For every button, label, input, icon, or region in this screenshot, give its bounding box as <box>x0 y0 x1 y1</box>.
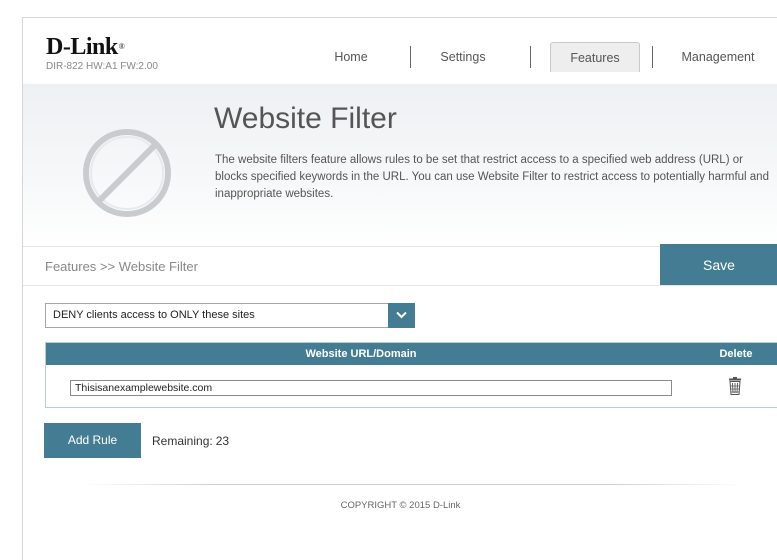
prohibited-icon <box>83 129 171 217</box>
nav-separator <box>652 46 653 68</box>
nav-features[interactable]: Features <box>550 42 640 72</box>
url-field[interactable] <box>70 380 672 396</box>
column-header-url: Website URL/Domain <box>305 348 417 360</box>
page-description: The website filters feature allows rules… <box>215 154 769 200</box>
nav-settings[interactable]: Settings <box>433 42 493 72</box>
copyright: COPYRIGHT © 2015 D-Link <box>340 500 461 511</box>
filter-mode-select[interactable]: DENY clients access to ONLY these sites <box>45 303 415 328</box>
add-rule-button[interactable]: Add Rule <box>44 423 141 458</box>
page-title: Website Filter <box>214 102 397 135</box>
nav-separator <box>530 46 531 68</box>
nav-separator <box>410 46 411 68</box>
page-banner: Website Filter The website filters featu… <box>23 84 777 247</box>
footer-divider <box>83 484 743 485</box>
rules-table: Website URL/Domain Delete <box>45 342 777 408</box>
column-header-delete: Delete <box>719 348 753 360</box>
nav-home[interactable]: Home <box>328 42 374 72</box>
remaining-count: Remaining: 23 <box>152 434 229 448</box>
divider <box>23 285 777 286</box>
chevron-down-icon[interactable] <box>388 303 415 328</box>
nav-management[interactable]: Management <box>673 42 763 72</box>
filter-mode-value: DENY clients access to ONLY these sites <box>53 309 255 321</box>
app-frame: D-Link® DIR-822 HW:A1 FW:2.00 Home Setti… <box>22 17 777 560</box>
save-button[interactable]: Save <box>660 244 777 286</box>
remaining-value: 23 <box>215 434 230 448</box>
main-nav: Home Settings Features Management <box>23 42 777 72</box>
table-header: Website URL/Domain Delete <box>46 343 777 365</box>
breadcrumb: Features >> Website Filter <box>45 259 198 274</box>
remaining-label: Remaining: <box>152 434 213 448</box>
trash-icon[interactable] <box>728 377 742 395</box>
